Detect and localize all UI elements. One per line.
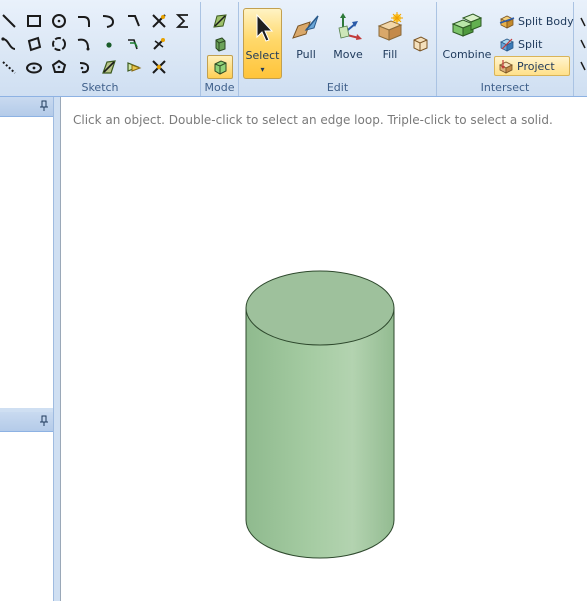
select-button[interactable]: Select ▾ (243, 8, 282, 79)
ribbon-overflow-icon[interactable] (579, 14, 587, 74)
three-point-circle-icon[interactable] (49, 34, 69, 54)
fill-button[interactable]: Fill (370, 8, 410, 80)
three-point-rectangle-icon[interactable] (24, 34, 44, 54)
three-point-arc-icon[interactable] (99, 11, 119, 31)
sketch-mode-icon[interactable] (210, 11, 230, 31)
spline-icon[interactable] (0, 34, 19, 54)
move-icon (333, 12, 363, 45)
blend-icon[interactable] (410, 33, 430, 53)
viewport-hint: Click an object. Double-click to select … (73, 113, 553, 127)
edit-group-label: Edit (326, 81, 349, 94)
project-to-sketch-icon[interactable] (124, 57, 144, 77)
extend-icon[interactable] (149, 57, 169, 77)
combine-button-label: Combine (442, 48, 492, 61)
line-icon[interactable] (0, 11, 19, 31)
move-button[interactable]: Move (328, 8, 368, 80)
cylinder-solid[interactable] (244, 270, 396, 564)
sketch-group-label: Sketch (81, 81, 119, 94)
structure-panel (0, 118, 55, 408)
split-label: Split (518, 37, 543, 51)
panel-border (53, 97, 60, 601)
offset-curve-icon[interactable] (124, 34, 144, 54)
fill-button-label: Fill (382, 48, 398, 61)
section-mode-icon[interactable] (210, 34, 230, 54)
pull-icon (290, 12, 322, 45)
structure-panel-header (0, 97, 55, 117)
pin-icon[interactable] (39, 100, 49, 115)
rectangle-icon[interactable] (24, 11, 44, 31)
polyline-icon[interactable] (0, 57, 19, 77)
ellipse-icon[interactable] (24, 57, 44, 77)
ribbon: Sketch Mode Select ▾ Pull Move Fill Edit… (0, 0, 587, 97)
mode-group-label: Mode (204, 81, 235, 94)
sigma-icon[interactable] (173, 11, 193, 31)
move-grid-icon[interactable] (149, 34, 169, 54)
pull-button-label: Pull (296, 48, 316, 61)
point-icon[interactable] (99, 34, 119, 54)
project-button[interactable]: Project (494, 56, 570, 76)
3d-mode-icon[interactable] (207, 55, 233, 79)
move-button-label: Move (333, 48, 363, 61)
swept-arc-icon[interactable] (74, 34, 94, 54)
edit-group: Select ▾ Pull Move Fill Edit (239, 2, 437, 96)
sketch-group: Sketch (0, 2, 201, 96)
project-label: Project (517, 59, 555, 73)
cylinder-top-face[interactable] (245, 270, 395, 346)
intersect-group: Combine Split Body Split Project Interse… (437, 2, 574, 96)
combine-icon (451, 12, 483, 45)
project-icon (499, 60, 513, 74)
trim-icon[interactable] (149, 11, 169, 31)
split-body-icon (499, 15, 515, 29)
split-button[interactable]: Split (496, 34, 545, 54)
options-panel (0, 432, 55, 601)
combine-button[interactable]: Combine (441, 8, 493, 80)
bend-line-icon[interactable] (124, 11, 144, 31)
options-panel-header (0, 412, 55, 432)
chevron-down-icon[interactable]: ▾ (244, 65, 281, 74)
select-button-label: Select (245, 49, 280, 62)
pin-icon[interactable] (39, 415, 49, 430)
mode-group: Mode (201, 2, 239, 96)
fill-icon (375, 12, 405, 45)
split-body-label: Split Body (518, 14, 574, 28)
select-arrow-icon (252, 13, 274, 46)
intersect-group-label: Intersect (480, 81, 530, 94)
pull-button[interactable]: Pull (286, 8, 326, 80)
face-curve-icon[interactable] (99, 57, 119, 77)
split-icon (500, 38, 514, 52)
sweep-arc-icon[interactable] (74, 57, 94, 77)
circle-icon[interactable] (49, 11, 69, 31)
split-body-button[interactable]: Split Body (496, 11, 577, 31)
tangent-arc-icon[interactable] (74, 11, 94, 31)
polygon-icon[interactable] (49, 57, 69, 77)
